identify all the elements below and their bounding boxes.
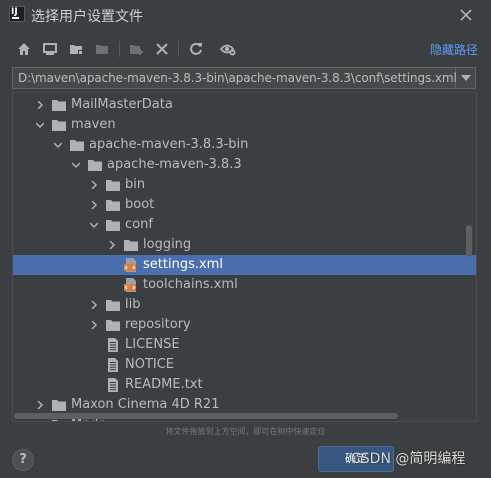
tree-item-label: README.txt [125,377,203,392]
home-icon[interactable] [14,38,34,60]
folder-icon [88,160,102,171]
chevron-right-icon[interactable] [90,201,98,209]
folder-icon [52,400,66,411]
chevron-down-icon[interactable] [90,221,98,229]
tree-folder-row[interactable]: MailMasterData [13,95,476,115]
text-file-icon [108,358,118,372]
desktop-icon[interactable] [40,38,60,60]
chevron-right-icon[interactable] [36,401,44,409]
tree-item-label: Maxon Cinema 4D R21 [71,397,220,412]
show-hidden-icon[interactable] [218,38,238,60]
tree-item-label: settings.xml [143,257,223,272]
text-file-icon [108,378,118,392]
chevron-down-icon[interactable] [456,67,476,89]
tree-item-label: lib [125,297,141,312]
toolbar-separator [178,41,179,57]
toolbar [12,38,482,60]
vertical-scrollbar[interactable] [466,225,472,257]
tree-item-label: logging [143,237,192,252]
folder-icon [70,140,84,151]
csdn-watermark: CSDN @简明编程 [351,451,466,467]
tree-folder-row[interactable]: boot [13,195,476,215]
horizontal-scrollbar[interactable] [14,413,398,419]
path-field-container [12,67,458,89]
help-button[interactable]: ? [12,449,34,471]
tree-item-label: conf [125,217,153,232]
tree-folder-row[interactable]: maven [13,115,476,135]
tree-item-label: NOTICE [125,357,175,372]
close-icon[interactable] [455,4,477,26]
new-folder-icon[interactable] [126,38,146,60]
toolbar-separator [119,41,120,57]
tree-folder-row[interactable]: conf [13,215,476,235]
tree-folder-row[interactable]: bin [13,175,476,195]
chevron-down-icon[interactable] [54,141,62,149]
tree-item-label: maven [71,117,116,132]
folder-icon [106,180,120,191]
tree-folder-row[interactable]: repository [13,315,476,335]
tree-folder-row[interactable]: lib [13,295,476,315]
tree-folder-row[interactable]: apache-maven-3.8.3 [13,155,476,175]
chevron-down-icon[interactable] [36,121,44,129]
folder-icon [106,200,120,211]
tree-item-label: apache-maven-3.8.3-bin [89,137,249,152]
chevron-right-icon[interactable] [90,301,98,309]
tree-item-label: bin [125,177,146,192]
chevron-right-icon[interactable] [90,321,98,329]
tree-file-row[interactable]: LICENSE [13,335,476,355]
chevron-down-icon[interactable] [72,161,80,169]
file-tree[interactable]: MailMasterData maven apache-maven-3.8.3-bi… [12,92,477,422]
text-file-icon [108,338,118,352]
folder-icon [106,220,120,231]
folder-icon [124,240,138,251]
tree-item-label: apache-maven-3.8.3 [107,157,242,172]
chevron-right-icon[interactable] [90,181,98,189]
intellij-idea-icon: IJ [9,6,25,22]
drag-drop-hint: 将文件拖放到上方空间，即可在树中快速定位 [165,427,326,436]
chevron-right-icon[interactable] [36,101,44,109]
folder-icon [106,320,120,331]
xml-file-icon [124,278,136,292]
folder-icon [52,120,66,131]
folder-icon [52,100,66,111]
xml-file-icon [124,258,136,272]
tree-file-row[interactable]: NOTICE [13,355,476,375]
delete-icon[interactable] [152,38,172,60]
tree-file-row[interactable]: toolchains.xml [13,275,476,295]
module-folder-icon[interactable] [92,38,112,60]
project-folder-icon[interactable] [66,38,86,60]
chevron-right-icon[interactable] [36,421,44,422]
chevron-right-icon[interactable] [108,241,116,249]
tree-file-row[interactable]: settings.xml [13,255,476,275]
tree-folder-row[interactable]: Maxon Cinema 4D R21 [13,395,476,415]
title-bar: IJ 选择用户设置文件 [0,0,491,32]
tree-item-label: MailMasterData [71,97,173,112]
tree-folder-row[interactable]: apache-maven-3.8.3-bin [13,135,476,155]
tree-item-label: LICENSE [125,337,180,352]
tree-item-label: repository [125,317,191,332]
tree-item-label: toolchains.xml [143,277,238,292]
tree-file-row[interactable]: README.txt [13,375,476,395]
hide-path-link[interactable]: 隐藏路径 [430,41,478,58]
tree-folder-row[interactable]: logging [13,235,476,255]
path-input[interactable] [13,68,458,88]
folder-icon [106,300,120,311]
refresh-icon[interactable] [186,38,206,60]
dialog-title: 选择用户设置文件 [31,9,143,25]
tree-item-label: boot [125,197,155,212]
